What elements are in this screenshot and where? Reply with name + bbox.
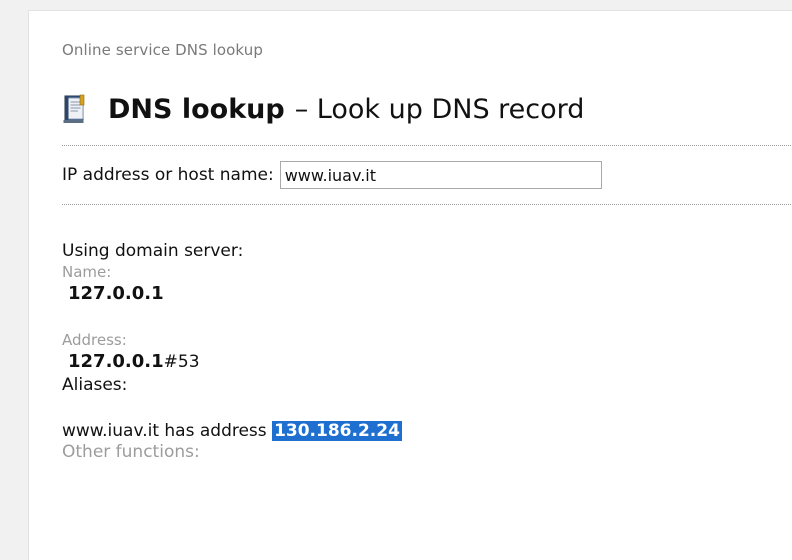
- divider: [62, 145, 792, 146]
- divider: [62, 204, 792, 205]
- host-input[interactable]: [279, 161, 602, 189]
- page-subtitle: – Look up DNS record: [294, 93, 585, 125]
- host-input-label: IP address or host name:: [62, 165, 274, 185]
- name-value: 127.0.0.1: [68, 283, 164, 304]
- address-value-row: 127.0.0.1#53: [62, 350, 792, 374]
- name-label: Name:: [62, 263, 112, 281]
- lookup-result: Using domain server: Name: 127.0.0.1 Add…: [62, 240, 792, 462]
- answer-ip[interactable]: 130.186.2.24: [272, 421, 402, 441]
- breadcrumb[interactable]: Online service DNS lookup: [62, 41, 792, 63]
- other-functions-heading: Other functions:: [62, 442, 200, 462]
- page-title: DNS lookup: [108, 93, 285, 125]
- address-port: #53: [163, 352, 200, 372]
- lookup-form: IP address or host name:: [62, 158, 792, 192]
- book-icon: [63, 94, 85, 123]
- aliases-label: Aliases:: [62, 375, 128, 395]
- using-server-text: Using domain server:: [62, 241, 244, 261]
- answer-prefix: www.iuav.it has address: [62, 421, 267, 441]
- address-value: 127.0.0.1: [68, 351, 164, 372]
- address-label: Address:: [62, 331, 127, 349]
- page-title-row: DNS lookup – Look up DNS record: [62, 89, 792, 129]
- answer-row: www.iuav.it has address 130.186.2.24: [62, 420, 792, 442]
- content-panel: Online service DNS lookup DNS lookup – L…: [28, 10, 792, 560]
